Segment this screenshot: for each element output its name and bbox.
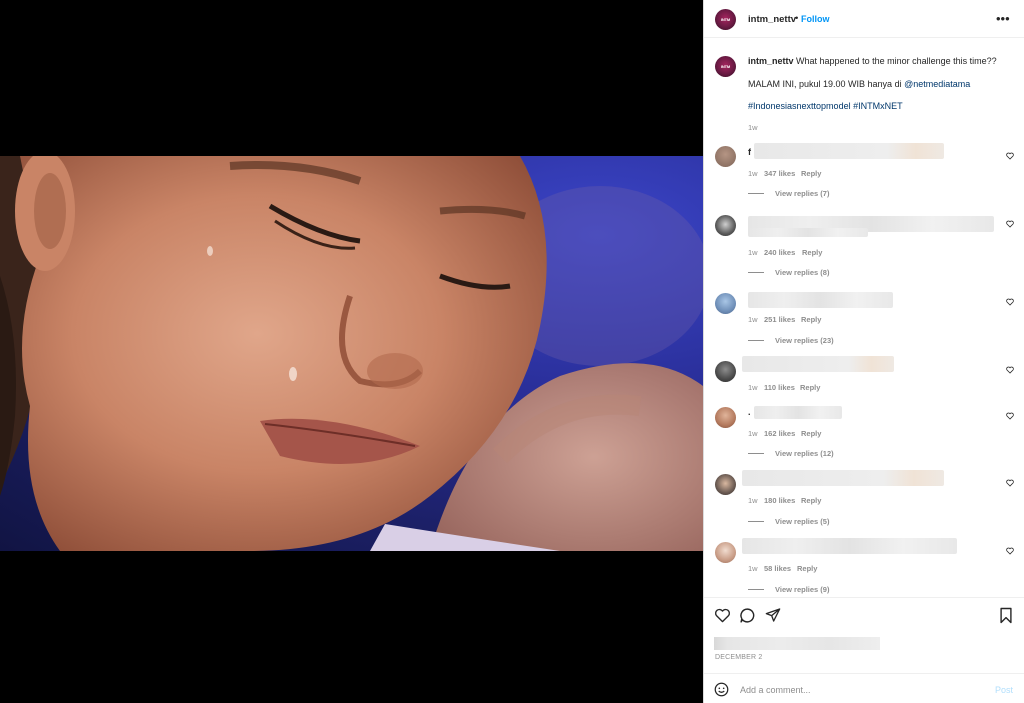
comment-time: 1w <box>748 248 758 257</box>
reply-button[interactable]: Reply <box>801 169 821 178</box>
comment-like-heart-icon[interactable] <box>1006 220 1014 228</box>
header-separator: • <box>795 13 799 24</box>
reply-button[interactable]: Reply <box>800 383 820 392</box>
view-replies-button[interactable]: View replies (5) <box>775 517 829 526</box>
replies-divider <box>748 272 764 273</box>
view-replies-button[interactable]: View replies (12) <box>775 449 834 458</box>
comment-time: 1w <box>748 383 758 392</box>
reply-button[interactable]: Reply <box>797 564 817 573</box>
blurred-comment-text <box>748 292 893 308</box>
follow-button[interactable]: Follow <box>801 14 830 24</box>
comment-time: 1w <box>748 564 758 573</box>
commenter-avatar[interactable] <box>715 542 736 563</box>
comment-likes[interactable]: 251 likes <box>764 315 795 324</box>
view-replies-button[interactable]: View replies (8) <box>775 268 829 277</box>
view-replies-button[interactable]: View replies (7) <box>775 189 829 198</box>
caption-username[interactable]: intm_nettv <box>748 56 794 66</box>
reply-button[interactable]: Reply <box>801 429 821 438</box>
commenter-avatar[interactable] <box>715 215 736 236</box>
comment-icon[interactable] <box>739 607 756 624</box>
view-replies-button[interactable]: View replies (23) <box>775 336 834 345</box>
comment-username-initial[interactable]: . <box>748 407 751 417</box>
caption-schedule: MALAM INI, pukul 19.00 WIB hanya di <box>748 79 905 89</box>
replies-divider <box>748 193 764 194</box>
comment-likes[interactable]: 180 likes <box>764 496 795 505</box>
comment-time: 1w <box>748 169 758 178</box>
comment-time: 1w <box>748 315 758 324</box>
comment-like-heart-icon[interactable] <box>1006 152 1014 160</box>
caption-time: 1w <box>748 123 758 132</box>
share-icon[interactable] <box>765 607 781 623</box>
caption: intm_nettv What happened to the minor ch… <box>748 56 997 66</box>
mention-link[interactable]: @netmediatama <box>904 79 970 89</box>
blurred-comment-text <box>754 406 842 419</box>
video-player[interactable] <box>0 156 703 551</box>
bookmark-icon[interactable] <box>999 607 1013 624</box>
comment-like-heart-icon[interactable] <box>1006 479 1014 487</box>
comment-time: 1w <box>748 429 758 438</box>
caption-avatar[interactable]: INTM <box>715 56 736 77</box>
blurred-likes-summary <box>714 637 880 650</box>
comment-like-heart-icon[interactable] <box>1006 366 1014 374</box>
blurred-comment-text <box>742 356 894 372</box>
post-media <box>0 0 703 703</box>
reply-button[interactable]: Reply <box>801 496 821 505</box>
avatar-logo-text: INTM <box>721 17 730 22</box>
comment-username-initial[interactable]: f <box>748 147 751 157</box>
comment-likes[interactable]: 240 likes <box>764 248 795 257</box>
replies-divider <box>748 340 764 341</box>
comment-likes[interactable]: 162 likes <box>764 429 795 438</box>
avatar[interactable]: INTM <box>715 9 736 30</box>
post-side-panel: INTM intm_nettv • Follow ••• INTM intm_n… <box>703 0 1024 703</box>
commenter-avatar[interactable] <box>715 293 736 314</box>
avatar-logo-text: INTM <box>721 64 730 69</box>
post-comment-button[interactable]: Post <box>995 685 1013 695</box>
commenter-avatar[interactable] <box>715 146 736 167</box>
blurred-comment-text <box>754 143 944 159</box>
comment-like-heart-icon[interactable] <box>1006 298 1014 306</box>
add-comment-bar: Post <box>704 673 1024 703</box>
commenter-avatar[interactable] <box>715 407 736 428</box>
emoji-icon[interactable] <box>714 682 729 697</box>
replies-divider <box>748 589 764 590</box>
post-date: DECEMBER 2 <box>715 654 763 661</box>
comment-likes[interactable]: 347 likes <box>764 169 795 178</box>
more-options-icon[interactable]: ••• <box>996 11 1010 26</box>
blurred-comment-text <box>742 538 957 554</box>
replies-divider <box>748 453 764 454</box>
reply-button[interactable]: Reply <box>801 315 821 324</box>
caption-line-2: MALAM INI, pukul 19.00 WIB hanya di @net… <box>748 79 970 89</box>
comment-likes[interactable]: 110 likes <box>764 383 795 392</box>
view-replies-button[interactable]: View replies (9) <box>775 585 829 594</box>
caption-text: What happened to the minor challenge thi… <box>796 56 997 66</box>
add-comment-input[interactable] <box>740 683 980 697</box>
comment-like-heart-icon[interactable] <box>1006 412 1014 420</box>
post-username[interactable]: intm_nettv <box>748 14 796 25</box>
blurred-comment-text <box>742 470 944 486</box>
commenter-avatar[interactable] <box>715 361 736 382</box>
comment-likes[interactable]: 58 likes <box>764 564 791 573</box>
hashtags-link[interactable]: #Indonesiasnexttopmodel #INTMxNET <box>748 101 903 111</box>
blurred-comment-text <box>748 228 868 237</box>
comment-like-heart-icon[interactable] <box>1006 547 1014 555</box>
post-header: INTM intm_nettv • Follow ••• <box>704 0 1024 38</box>
commenter-avatar[interactable] <box>715 474 736 495</box>
reply-button[interactable]: Reply <box>802 248 822 257</box>
replies-divider <box>748 521 764 522</box>
video-frame <box>0 156 703 551</box>
heart-icon[interactable] <box>714 608 731 623</box>
comment-time: 1w <box>748 496 758 505</box>
